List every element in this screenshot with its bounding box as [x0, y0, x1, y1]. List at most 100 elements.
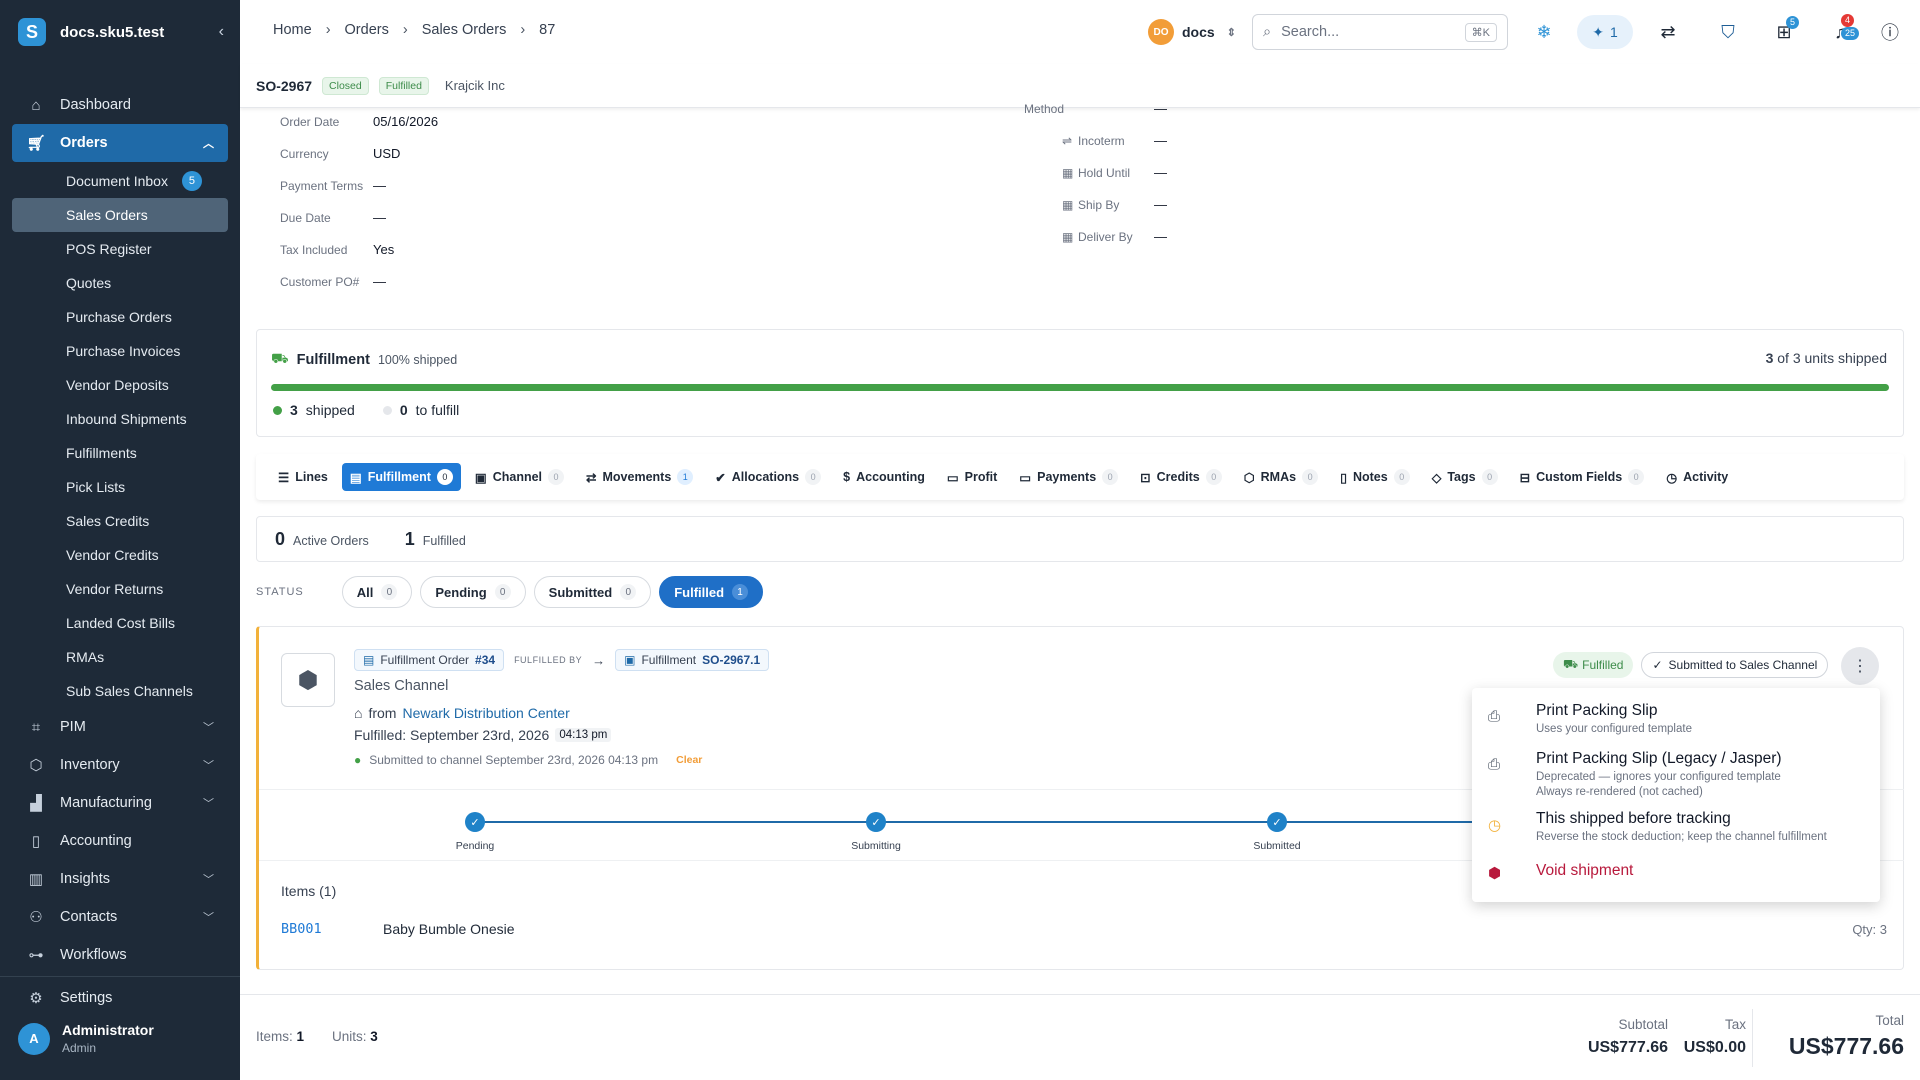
sidebar-item-accounting[interactable]: ▯ Accounting	[12, 822, 228, 860]
tab-fulfillment[interactable]: ▤ Fulfillment 0	[341, 463, 461, 491]
count-badge: 5	[181, 171, 202, 191]
tab-tags[interactable]: ◇ Tags 0	[1424, 463, 1506, 491]
ai-assistant-button[interactable]: ✦ 1	[1577, 15, 1633, 49]
tab-lines[interactable]: ☰ Lines	[270, 463, 336, 491]
fulfillment-chip[interactable]: ▣ Fulfillment SO-2967.1	[615, 649, 770, 671]
fulfillment-progress-bar	[271, 384, 1889, 391]
sidebar-item-pick-lists[interactable]: Pick Lists	[12, 470, 228, 504]
gear-icon: ⚙	[29, 990, 43, 1007]
tab-notes[interactable]: ▯ Notes 0	[1332, 463, 1418, 491]
tab-profit[interactable]: ▭ Profit	[939, 463, 1005, 491]
clear-button[interactable]: Clear	[676, 754, 702, 766]
menu-item-title: Print Packing Slip	[1536, 702, 1658, 719]
footer-label: Units:	[332, 1029, 367, 1044]
step-submitted-dot: ✓	[1267, 812, 1287, 832]
help-icon[interactable]: ⓘ	[1876, 18, 1904, 46]
sidebar: S docs.sku5.test ‹ ⌂ Dashboard 🛒︎ Orders…	[0, 0, 240, 1080]
doc-icon: ▤	[363, 653, 375, 667]
tab-movements[interactable]: ⇄ Movements 1	[578, 463, 701, 491]
tab-custom-fields[interactable]: ⊟ Custom Fields 0	[1512, 463, 1653, 491]
tab-allocations[interactable]: ✔ Allocations 0	[707, 463, 829, 491]
check-circle-icon: ●	[354, 753, 362, 767]
shield-icon[interactable]: ⛉	[1714, 18, 1742, 46]
org-switcher[interactable]: DO docs ⇕	[1148, 19, 1236, 45]
compare-icon[interactable]: ⇄	[1654, 18, 1682, 46]
filter-count: 0	[381, 584, 398, 600]
sidebar-item-purchase-invoices[interactable]: Purchase Invoices	[12, 334, 228, 368]
filter-count: 0	[494, 584, 511, 600]
sidebar-item-vendor-credits[interactable]: Vendor Credits	[12, 538, 228, 572]
brand[interactable]: S docs.sku5.test ‹	[18, 16, 224, 48]
clipboard-icon: ▤	[349, 470, 362, 485]
item-sku[interactable]: BB001	[281, 921, 383, 937]
collapse-sidebar-icon[interactable]: ‹	[219, 23, 224, 41]
sidebar-item-quotes[interactable]: Quotes	[12, 266, 228, 300]
main-content: Home › Orders › Sales Orders › 87 DO docs ⇕…	[240, 0, 1920, 1080]
menu-item-shipped-before-tracking[interactable]: ◷ This shipped before tracking Reverse t…	[1472, 800, 1880, 852]
notif-badge-blue: 25	[1841, 27, 1860, 40]
search-input[interactable]: ⌕ Search... ⌘K	[1252, 14, 1508, 50]
sidebar-item-insights[interactable]: ▥ Insights ﹀	[12, 860, 228, 898]
sidebar-item-dashboard[interactable]: ⌂ Dashboard	[12, 86, 228, 124]
tab-payments[interactable]: ▭ Payments 0	[1011, 463, 1126, 491]
gift-icon[interactable]: ⊞ 5	[1770, 16, 1800, 46]
more-actions-button[interactable]: ⋮	[1841, 647, 1879, 685]
sidebar-item-pos-register[interactable]: POS Register	[12, 232, 228, 266]
sidebar-item-label: Inventory	[60, 757, 120, 773]
subtotal-label: Subtotal	[1618, 1017, 1668, 1032]
sidebar-item-manufacturing[interactable]: ▟ Manufacturing ﹀	[12, 784, 228, 822]
sidebar-item-workflows[interactable]: ⊶ Workflows	[12, 936, 228, 974]
sidebar-item-label: POS Register	[66, 241, 152, 257]
sidebar-item-fulfillments[interactable]: Fulfillments	[12, 436, 228, 470]
sidebar-item-inventory[interactable]: ⬡ Inventory ﹀	[12, 746, 228, 784]
menu-item-print-packing-slip[interactable]: ⎙ Print Packing Slip Uses your configure…	[1472, 688, 1880, 740]
calendar-icon: ▦	[1062, 230, 1074, 244]
filter-pending[interactable]: Pending 0	[420, 576, 526, 608]
sidebar-item-inbound-shipments[interactable]: Inbound Shipments	[12, 402, 228, 436]
to-fulfill-count: 0	[399, 402, 408, 418]
tab-channel[interactable]: ▣ Channel 0	[467, 463, 572, 491]
sidebar-item-sub-sales-channels[interactable]: Sub Sales Channels	[12, 674, 228, 708]
warehouse-link[interactable]: Newark Distribution Center	[402, 705, 569, 721]
menu-item-void-shipment[interactable]: ⬢ Void shipment	[1472, 852, 1880, 898]
snowflake-icon[interactable]: ❄	[1530, 18, 1558, 46]
filter-all[interactable]: All 0	[341, 576, 413, 608]
menu-item-subtitle: Always re-rendered (not cached)	[1536, 786, 1703, 798]
sidebar-item-pim[interactable]: ⌗ PIM ﹀	[12, 708, 228, 746]
sidebar-item-orders[interactable]: 🛒︎ Orders ︿	[12, 124, 228, 162]
filter-fulfilled[interactable]: Fulfilled 1	[659, 576, 764, 608]
sidebar-item-label: RMAs	[66, 649, 105, 665]
sidebar-item-purchase-orders[interactable]: Purchase Orders	[12, 300, 228, 334]
fulfillment-order-chip[interactable]: ▤ Fulfillment Order #34	[354, 649, 505, 671]
chip-number: #34	[475, 653, 496, 667]
filter-submitted[interactable]: Submitted 0	[533, 576, 652, 608]
sidebar-item-sales-orders[interactable]: Sales Orders	[12, 198, 228, 232]
chevron-down-icon: ﹀	[203, 874, 214, 886]
sidebar-item-landed-cost-bills[interactable]: Landed Cost Bills	[12, 606, 228, 640]
detail-label: Hold Until	[1078, 166, 1131, 180]
sidebar-item-rmas[interactable]: RMAs	[12, 640, 228, 674]
breadcrumb-sales-orders[interactable]: Sales Orders	[422, 22, 507, 38]
sidebar-item-label: PIM	[60, 719, 86, 735]
sidebar-item-settings[interactable]: ⚙ Settings	[12, 979, 228, 1017]
user-menu[interactable]: A Administrator Admin	[18, 1022, 154, 1055]
sidebar-item-document-inbox[interactable]: Document Inbox 5	[12, 164, 228, 198]
tab-credits[interactable]: ⊡ Credits 0	[1132, 463, 1230, 491]
sidebar-item-label: Sales Credits	[66, 513, 150, 529]
step-submitting-dot: ✓	[866, 812, 886, 832]
sidebar-item-vendor-deposits[interactable]: Vendor Deposits	[12, 368, 228, 402]
sidebar-item-vendor-returns[interactable]: Vendor Returns	[12, 572, 228, 606]
tab-activity[interactable]: ◷ Activity	[1658, 463, 1736, 491]
customer-name[interactable]: Krajcik Inc	[445, 78, 505, 93]
bell-icon[interactable]: ♫ 4 25	[1827, 14, 1860, 46]
breadcrumb-orders[interactable]: Orders	[345, 22, 389, 38]
sidebar-item-sales-credits[interactable]: Sales Credits	[12, 504, 228, 538]
sidebar-item-contacts[interactable]: ⚇ Contacts ﹀	[12, 898, 228, 936]
tab-rmas[interactable]: ⬡ RMAs 0	[1236, 463, 1326, 491]
chevron-right-icon: ›	[325, 22, 331, 38]
breadcrumb-home[interactable]: Home	[273, 22, 312, 38]
tab-accounting[interactable]: $ Accounting	[835, 463, 933, 491]
tab-label: RMAs	[1260, 470, 1297, 484]
detail-value: —	[373, 274, 386, 289]
menu-item-print-packing-slip-legacy[interactable]: ⎙ Print Packing Slip (Legacy / Jasper) D…	[1472, 740, 1880, 800]
